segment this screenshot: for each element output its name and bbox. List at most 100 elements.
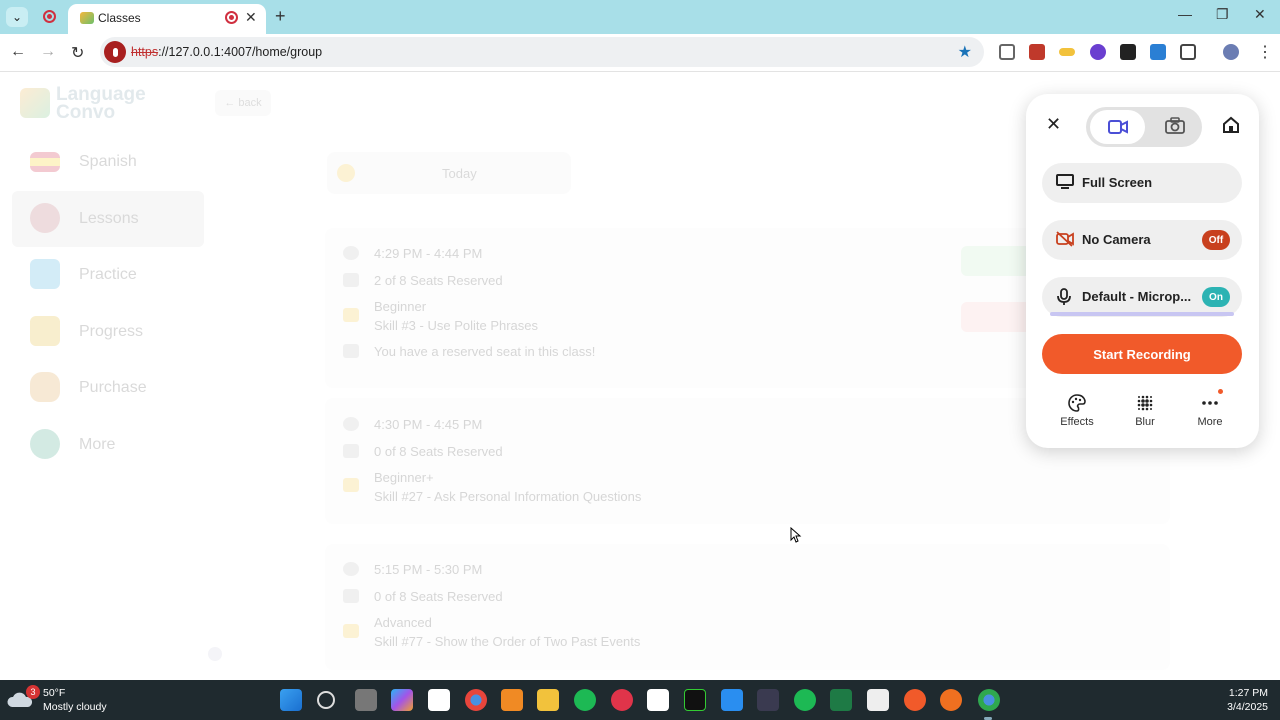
clock-time[interactable]: 1:27 PM (1229, 687, 1268, 699)
sidebar-item-label: Practice (79, 266, 137, 284)
app-white-icon[interactable] (647, 689, 669, 711)
class-note: You have a reserved seat in this class! (374, 344, 596, 359)
search-icon[interactable] (317, 691, 335, 709)
tab-classes[interactable]: Classes ✕ (68, 4, 266, 34)
file-explorer-icon[interactable] (537, 689, 559, 711)
sidebar-item-purchase[interactable]: Purchase (12, 360, 204, 417)
sidebar-item-lessons[interactable]: Lessons (12, 190, 204, 247)
tab-search-chevron-icon[interactable]: ⌄ (6, 7, 28, 27)
class-level: Beginner+ (374, 470, 434, 485)
effects-button[interactable]: Effects (1047, 394, 1107, 428)
start-recording-button[interactable]: Start Recording (1042, 334, 1242, 374)
extension-yellow-icon[interactable] (1059, 48, 1075, 56)
monitor-icon (1056, 174, 1074, 189)
close-window-icon[interactable]: ✕ (1254, 6, 1266, 23)
os-taskbar: 3 50°F Mostly cloudy 1:27 PM 3/4/2025 (0, 680, 1280, 720)
camera-off-toggle[interactable]: Off (1202, 230, 1230, 250)
address-bar[interactable]: https://127.0.0.1:4007/home/group ★ (100, 37, 984, 67)
class-card[interactable]: 5:15 PM - 5:30 PM 0 of 8 Seats Reserved … (325, 544, 1170, 670)
site-mic-icon[interactable] (104, 41, 126, 63)
extension-screenshot-icon[interactable] (999, 44, 1015, 60)
extension-notion-icon[interactable] (1120, 44, 1136, 60)
date-selector[interactable]: Today (327, 152, 571, 194)
forward-arrow-icon[interactable]: → (40, 43, 56, 61)
tab-title: Classes (98, 11, 141, 25)
task-view-icon[interactable] (355, 689, 377, 711)
reload-icon[interactable]: ↻ (71, 43, 84, 63)
photo-camera-icon[interactable] (1165, 117, 1185, 135)
weather-description: Mostly cloudy (43, 701, 107, 713)
sidebar-item-spanish[interactable]: Spanish (12, 134, 204, 191)
clock-date[interactable]: 3/4/2025 (1227, 701, 1268, 713)
sublime-text-icon[interactable] (501, 689, 523, 711)
clock-icon (343, 562, 359, 576)
microphone-option[interactable]: Default - Microp... On (1042, 277, 1242, 317)
weather-temperature: 50°F (43, 687, 66, 699)
extensions-puzzle-icon[interactable] (1180, 44, 1196, 60)
class-skill: Skill #27 - Ask Personal Information Que… (374, 489, 642, 504)
windows-start-icon[interactable] (280, 689, 302, 711)
cancel-reservation-button[interactable] (961, 302, 1031, 332)
class-time: 4:30 PM - 4:45 PM (374, 417, 483, 432)
copilot-icon[interactable] (391, 689, 413, 711)
app-vee-icon[interactable] (757, 689, 779, 711)
maximize-icon[interactable]: ❐ (1216, 6, 1229, 23)
sidebar-item-label: Spanish (79, 153, 137, 171)
new-tab-button[interactable]: + (275, 6, 286, 27)
camera-off-icon (1056, 231, 1074, 247)
practice-icon (30, 259, 60, 289)
seats-icon (343, 273, 359, 287)
lessons-icon (30, 202, 60, 233)
close-icon[interactable]: ✕ (1046, 114, 1061, 135)
more-button[interactable]: More (1180, 394, 1240, 428)
app-red-icon[interactable] (611, 689, 633, 711)
sidebar-item-practice[interactable]: Practice (12, 247, 204, 304)
sidebar-nav: Spanish Lessons Practice Progress Purcha… (12, 134, 204, 473)
app-logo[interactable]: Language Convo (20, 84, 160, 124)
excel-icon[interactable] (830, 689, 852, 711)
firefox-icon[interactable] (940, 689, 962, 711)
tab-recording-icon (225, 11, 238, 24)
sidebar-item-progress[interactable]: Progress (12, 304, 204, 361)
notion-2-icon[interactable] (867, 689, 889, 711)
camera-option[interactable]: No Camera Off (1042, 220, 1242, 260)
extension-recorder-icon[interactable] (1090, 44, 1106, 60)
extension-red-icon[interactable] (1029, 44, 1045, 60)
spotify-icon[interactable] (574, 689, 596, 711)
microphone-on-toggle[interactable]: On (1202, 287, 1230, 307)
blur-button[interactable]: Blur (1115, 394, 1175, 428)
level-icon (343, 308, 359, 322)
spotify-2-icon[interactable] (794, 689, 816, 711)
browser-menu-icon[interactable]: ⋮ (1257, 42, 1273, 62)
logo-mark-icon (20, 88, 50, 118)
home-icon[interactable] (1222, 116, 1240, 134)
bookmark-star-icon[interactable]: ★ (958, 42, 972, 62)
vscode-icon[interactable] (721, 689, 743, 711)
tab-close-icon[interactable]: ✕ (245, 9, 257, 26)
sidebar-item-more[interactable]: More (12, 417, 204, 474)
palette-icon (1068, 394, 1086, 412)
back-arrow-icon[interactable]: ← (10, 43, 26, 61)
minimize-icon[interactable]: — (1178, 6, 1192, 22)
browser-tabbar: ⌄ Classes ✕ + — ❐ ✕ (0, 0, 1280, 34)
spain-flag-icon (30, 152, 60, 172)
video-mode-button[interactable] (1090, 110, 1145, 144)
back-button[interactable]: ← back (215, 90, 271, 116)
jetbrains-icon[interactable] (684, 689, 706, 711)
recording-indicator-icon[interactable] (43, 10, 56, 23)
profile-avatar[interactable] (1223, 44, 1239, 60)
notion-icon[interactable] (428, 689, 450, 711)
chrome-2-icon[interactable] (978, 689, 1000, 711)
full-screen-option[interactable]: Full Screen (1042, 163, 1242, 203)
mouse-cursor-icon (790, 527, 802, 543)
extension-translate-icon[interactable] (1150, 44, 1166, 60)
app-orange-icon[interactable] (904, 689, 926, 711)
blur-dots-icon (1137, 395, 1153, 411)
microphone-icon (1057, 288, 1071, 305)
class-seats: 0 of 8 Seats Reserved (374, 444, 503, 459)
class-level: Beginner (374, 299, 427, 314)
join-class-button[interactable] (961, 246, 1031, 276)
chrome-icon[interactable] (465, 689, 487, 711)
level-icon (343, 478, 359, 492)
sidebar-collapse-icon[interactable] (208, 647, 222, 661)
